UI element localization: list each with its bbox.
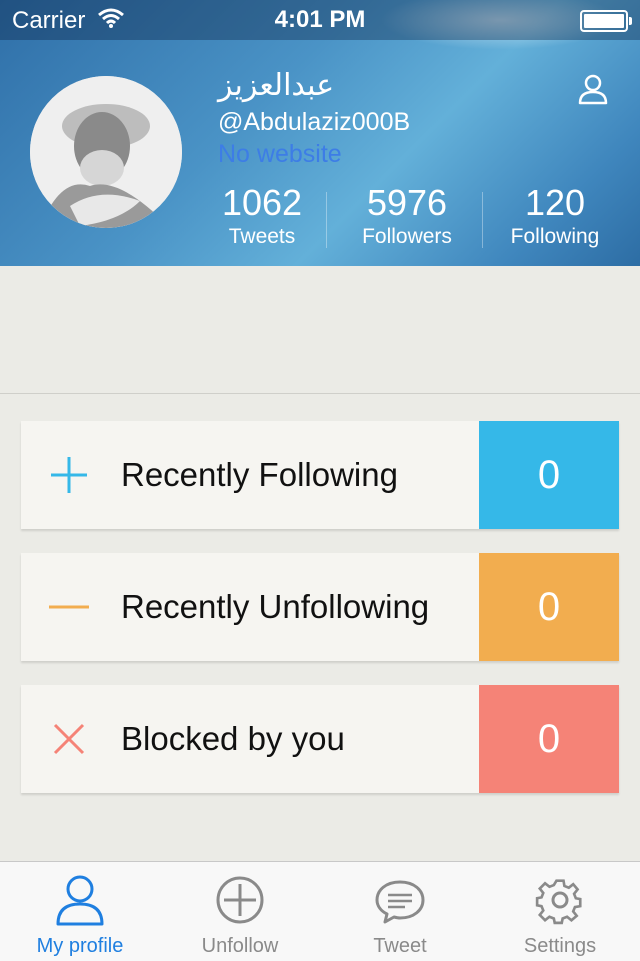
person-icon (56, 875, 104, 926)
tab-tweet[interactable]: Tweet (320, 862, 480, 961)
profile-name: عبدالعزيز (218, 68, 335, 103)
avatar-photo (30, 76, 182, 228)
tab-label: Unfollow (201, 935, 279, 957)
tab-label: Tweet (373, 935, 427, 957)
profile-header: Carrier 4:01 PM عبدالعزيز @Abdulaziz000B… (0, 0, 640, 266)
status-bar: Carrier 4:01 PM (0, 0, 640, 40)
stat-following[interactable]: 120 Following (490, 182, 620, 250)
stat-value: 1062 (221, 182, 303, 223)
tab-label: My profile (36, 935, 124, 957)
section-divider (0, 393, 640, 394)
card-recently-unfollowing[interactable]: Recently Unfollowing 0 (21, 553, 619, 661)
card-label: Recently Following (121, 456, 398, 493)
tab-my-profile[interactable]: My profile (0, 862, 160, 961)
card-recently-following[interactable]: Recently Following 0 (21, 421, 619, 529)
stat-value: 5976 (366, 182, 448, 223)
card-blocked-by-you[interactable]: Blocked by you 0 (21, 685, 619, 793)
user-icon[interactable] (576, 72, 610, 106)
profile-handle: @Abdulaziz000B (218, 108, 411, 136)
avatar[interactable] (30, 76, 182, 228)
minus-icon (49, 605, 89, 609)
clock: 4:01 PM (274, 6, 366, 33)
cross-icon (53, 723, 85, 755)
stat-divider (326, 192, 327, 248)
tab-label: Settings (523, 935, 597, 957)
card-count: 0 (479, 421, 619, 529)
stat-value: 120 (524, 182, 586, 223)
card-count: 0 (479, 553, 619, 661)
stat-label: Followers (362, 225, 452, 248)
stat-label: Tweets (228, 225, 296, 248)
card-label: Recently Unfollowing (121, 588, 430, 625)
tab-bar: My profile Unfollow Tweet Settings (0, 861, 640, 961)
gear-icon (535, 879, 582, 925)
tab-unfollow[interactable]: Unfollow (160, 862, 320, 961)
tab-settings[interactable]: Settings (480, 862, 640, 961)
battery-icon (580, 10, 632, 32)
stat-followers[interactable]: 5976 Followers (342, 182, 472, 250)
circle-plus-icon (216, 876, 264, 924)
speech-bubble-icon (375, 880, 425, 924)
stat-label: Following (510, 225, 600, 248)
stat-divider (482, 192, 483, 248)
profile-website[interactable]: No website (218, 140, 342, 169)
plus-icon (51, 457, 87, 493)
stat-tweets[interactable]: 1062 Tweets (197, 182, 327, 250)
card-count: 0 (479, 685, 619, 793)
card-label: Blocked by you (121, 720, 345, 757)
